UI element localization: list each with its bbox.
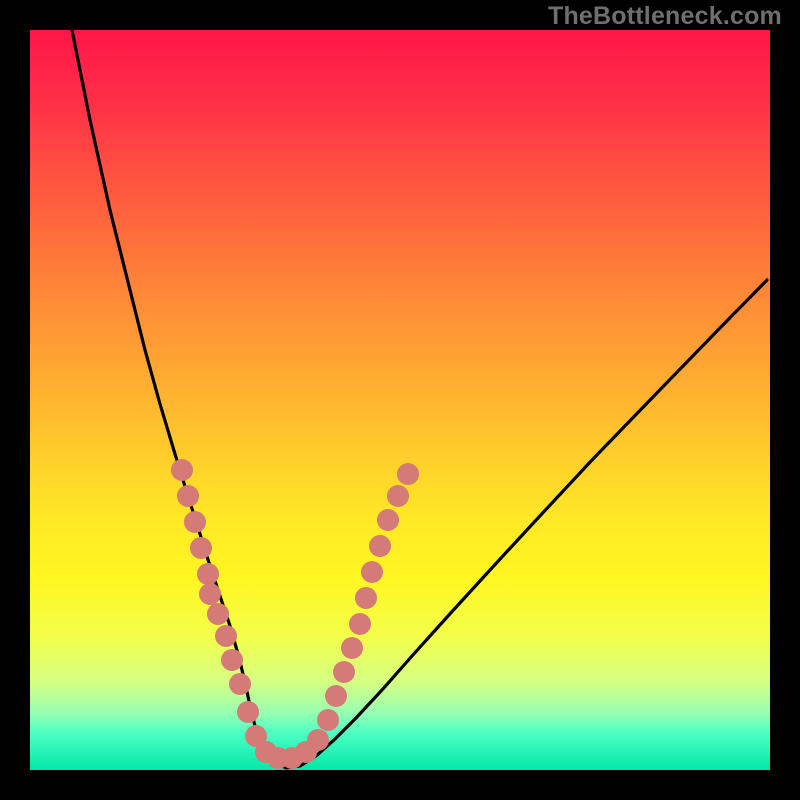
curve-marker-dot <box>215 625 237 647</box>
curve-marker-dot <box>199 583 221 605</box>
chart-frame: TheBottleneck.com <box>0 0 800 800</box>
curve-marker-dot <box>229 673 251 695</box>
curve-marker-dot <box>221 649 243 671</box>
curve-marker-dot <box>171 459 193 481</box>
curve-marker-dot <box>361 561 383 583</box>
chart-plot-area <box>30 30 770 770</box>
chart-svg <box>30 30 770 770</box>
curve-marker-dot <box>397 463 419 485</box>
curve-marker-dot <box>349 613 371 635</box>
curve-markers <box>171 459 419 769</box>
curve-marker-dot <box>341 637 363 659</box>
curve-marker-dot <box>197 563 219 585</box>
curve-marker-dot <box>207 603 229 625</box>
curve-marker-dot <box>190 537 212 559</box>
curve-marker-dot <box>387 485 409 507</box>
watermark-text: TheBottleneck.com <box>548 2 782 31</box>
bottleneck-curve <box>72 30 767 768</box>
curve-marker-dot <box>355 587 377 609</box>
curve-marker-dot <box>184 511 206 533</box>
curve-marker-dot <box>377 509 399 531</box>
curve-marker-dot <box>307 729 329 751</box>
curve-marker-dot <box>369 535 391 557</box>
curve-marker-dot <box>333 661 355 683</box>
curve-marker-dot <box>177 485 199 507</box>
curve-marker-dot <box>325 685 347 707</box>
curve-marker-dot <box>317 709 339 731</box>
curve-marker-dot <box>237 701 259 723</box>
